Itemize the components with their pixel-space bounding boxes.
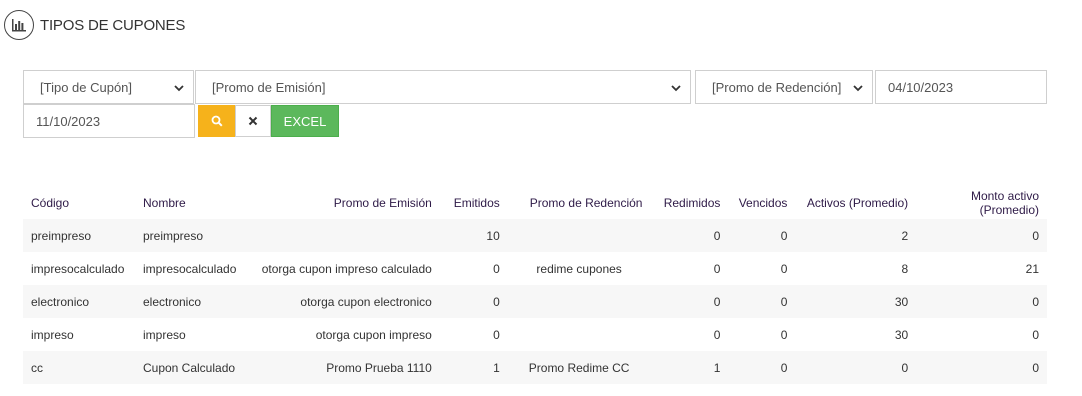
cell-activos: 30 (894, 294, 909, 309)
excel-label: EXCEL (283, 113, 327, 129)
header-redimidos[interactable]: Redimidos (650, 186, 728, 219)
fecha-desde-input[interactable]: 04/10/2023 (875, 70, 1047, 104)
cell-promo-emision (244, 219, 439, 252)
cell-promo-redencion: redime cupones (536, 261, 622, 276)
table-row: impresocalculado impresocalculado otorga… (23, 252, 1047, 285)
table-row: electronico electronico otorga cupon ele… (23, 285, 1047, 318)
cell-nombre: electronico (142, 294, 202, 309)
chevron-down-icon (853, 85, 863, 92)
chevron-down-icon (174, 85, 184, 92)
promo-redencion-value: [Promo de Redención] (712, 79, 842, 95)
cell-activos: 2 (901, 228, 909, 243)
cell-emitidos: 1 (493, 360, 500, 375)
header-vencidos[interactable]: Vencidos (728, 186, 795, 219)
cell-promo-redencion (508, 285, 651, 318)
search-button[interactable] (198, 105, 235, 137)
tipo-cupon-value: [Tipo de Cupón] (40, 79, 133, 95)
cell-promo-redencion (508, 318, 651, 351)
header-emitidos[interactable]: Emitidos (440, 186, 508, 219)
cell-redimidos: 0 (713, 228, 721, 243)
cell-redimidos: 0 (713, 261, 721, 276)
cell-vencidos: 0 (780, 261, 788, 276)
header-nombre[interactable]: Nombre (135, 186, 244, 219)
header-promo-redencion[interactable]: Promo de Redención (508, 186, 651, 219)
cell-emitidos: 0 (493, 327, 500, 342)
clear-button[interactable] (235, 105, 271, 137)
search-icon (211, 115, 223, 127)
cell-nombre: impresocalculado (142, 261, 237, 276)
table-row: cc Cupon Calculado Promo Prueba 1110 1 P… (23, 351, 1047, 384)
cell-monto-activo: 0 (1032, 360, 1039, 375)
page-title: TIPOS DE CUPONES (40, 16, 186, 34)
cell-redimidos: 1 (713, 360, 721, 375)
promo-redencion-select[interactable]: [Promo de Redención] (695, 70, 873, 104)
header-codigo[interactable]: Código (23, 186, 135, 219)
page-header: TIPOS DE CUPONES (4, 10, 185, 40)
fecha-hasta-value: 11/10/2023 (36, 113, 101, 129)
cell-promo-emision: otorga cupon electronico (300, 294, 432, 309)
cell-promo-emision: otorga cupon impreso calculado (261, 261, 432, 276)
cell-emitidos: 0 (493, 294, 500, 309)
excel-button[interactable]: EXCEL (271, 105, 339, 137)
cell-emitidos: 10 (486, 228, 500, 243)
cell-monto-activo: 0 (1032, 327, 1039, 342)
table-header-row: Código Nombre Promo de Emisión Emitidos … (23, 186, 1047, 219)
cell-nombre: Cupon Calculado (142, 360, 236, 375)
cell-promo-redencion (508, 219, 651, 252)
cell-codigo: preimpreso (31, 228, 92, 243)
cell-redimidos: 0 (713, 294, 721, 309)
fecha-desde-value: 04/10/2023 (888, 79, 954, 95)
chevron-down-icon (671, 85, 681, 92)
cell-redimidos: 0 (713, 327, 721, 342)
cell-promo-emision: otorga cupon impreso (315, 327, 432, 342)
cell-activos: 30 (894, 327, 909, 342)
cell-codigo: electronico (31, 294, 90, 309)
cell-nombre: preimpreso (142, 228, 204, 243)
header-activos[interactable]: Activos (Promedio) (795, 186, 916, 219)
cell-activos: 0 (901, 360, 909, 375)
cell-nombre: impreso (142, 327, 186, 342)
cell-monto-activo: 0 (1032, 294, 1039, 309)
promo-emision-select[interactable]: [Promo de Emisión] (195, 70, 691, 104)
cell-monto-activo: 21 (1025, 261, 1039, 276)
cell-emitidos: 0 (493, 261, 500, 276)
tipo-cupon-select[interactable]: [Tipo de Cupón] (23, 70, 194, 104)
header-monto-activo[interactable]: Monto activo (Promedio) (916, 186, 1047, 219)
header-promo-emision[interactable]: Promo de Emisión (244, 186, 439, 219)
bar-chart-icon (4, 10, 34, 40)
cell-codigo: impreso (31, 327, 74, 342)
cell-vencidos: 0 (780, 228, 788, 243)
coupons-table: Código Nombre Promo de Emisión Emitidos … (23, 186, 1047, 384)
cell-vencidos: 0 (780, 294, 788, 309)
cell-codigo: impresocalculado (31, 261, 125, 276)
cell-codigo: cc (31, 360, 43, 375)
cell-vencidos: 0 (780, 360, 788, 375)
table-row: preimpreso preimpreso 10 0 0 2 0 (23, 219, 1047, 252)
promo-emision-value: [Promo de Emisión] (212, 79, 326, 95)
cell-activos: 8 (901, 261, 909, 276)
table-row: impreso impreso otorga cupon impreso 0 0… (23, 318, 1047, 351)
cell-monto-activo: 0 (1032, 228, 1039, 243)
close-icon (248, 116, 258, 126)
cell-promo-redencion: Promo Redime CC (528, 360, 630, 375)
cell-promo-emision: Promo Prueba 1110 (326, 360, 432, 375)
fecha-hasta-input[interactable]: 11/10/2023 (23, 104, 195, 138)
cell-vencidos: 0 (780, 327, 788, 342)
